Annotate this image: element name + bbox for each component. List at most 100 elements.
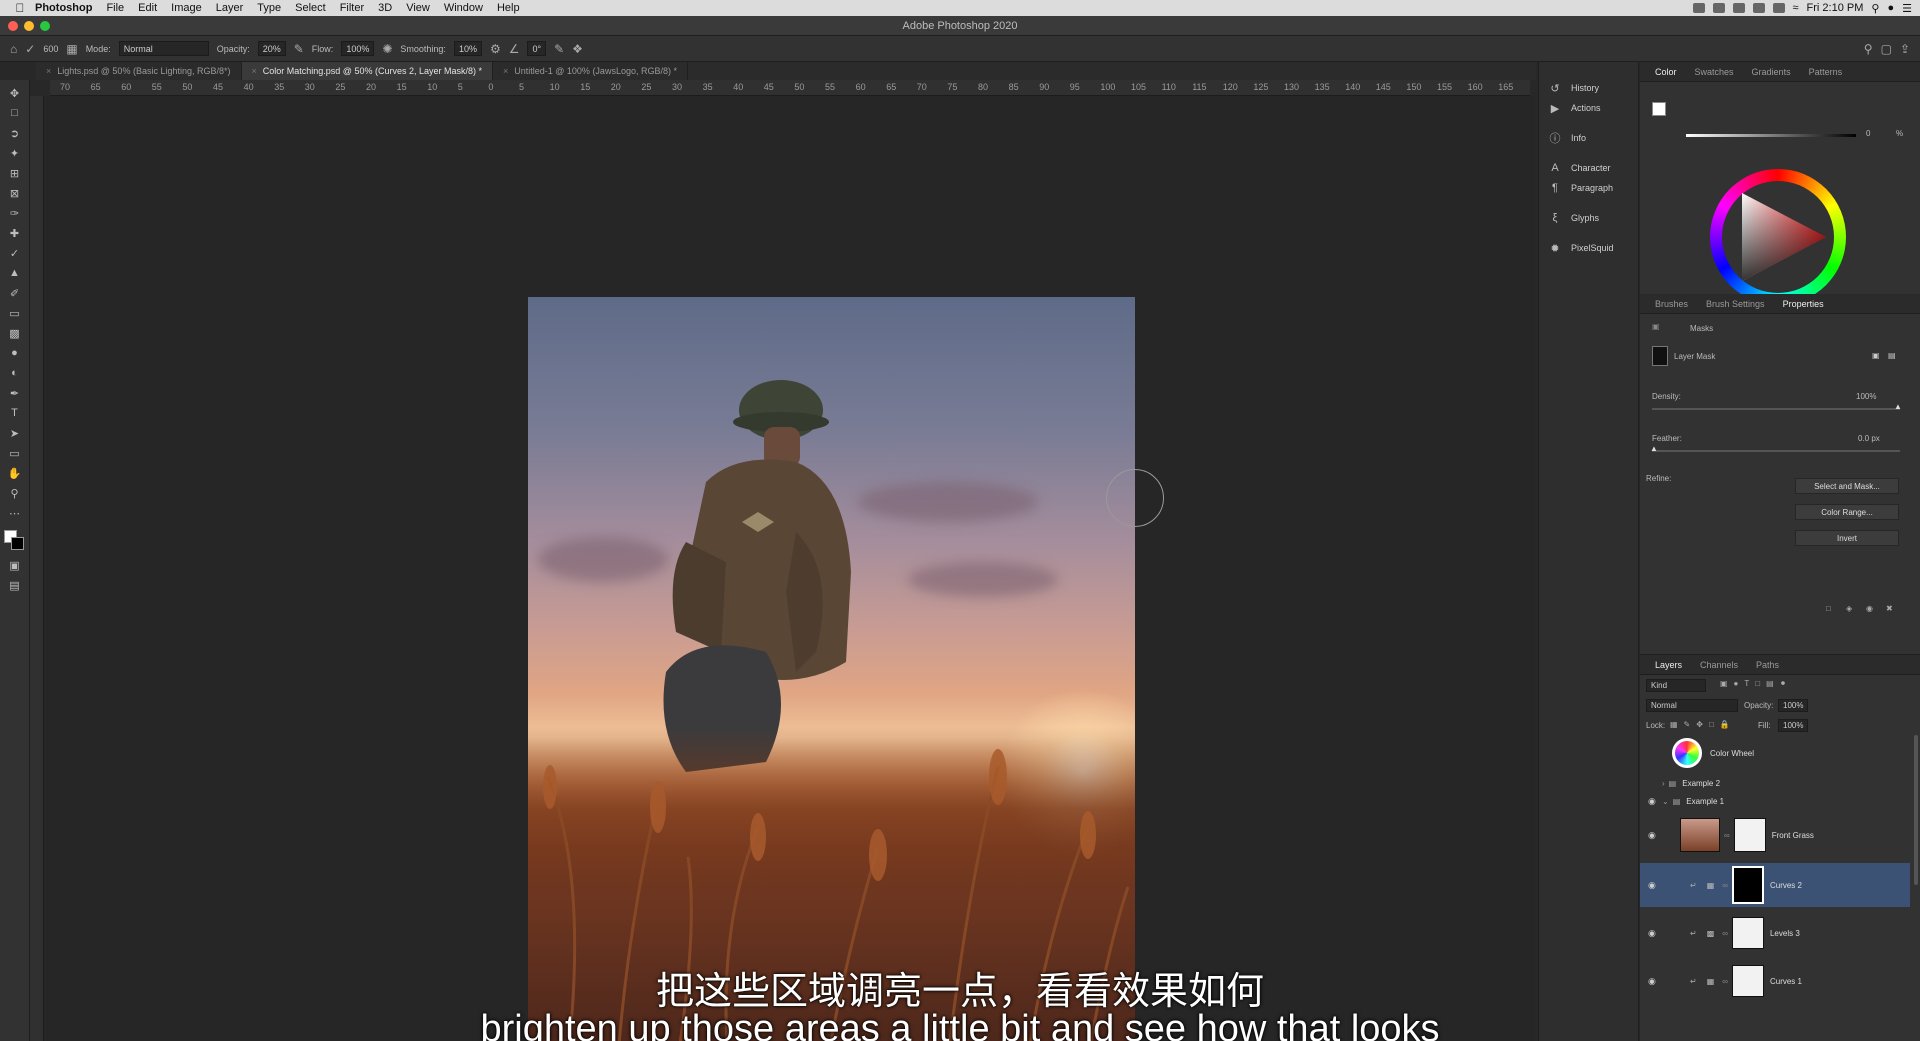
quick-select-tool-icon[interactable]: ✦ [8,146,22,160]
stamp-tool-icon[interactable]: ▲ [8,266,22,280]
eye-icon[interactable]: ◉ [1648,830,1662,841]
marquee-tool-icon[interactable]: □ [8,106,22,120]
layer-row-levels-3[interactable]: ◉ ↵ ▩ ∞ Levels 3 [1640,913,1910,953]
document-canvas-photo[interactable] [528,297,1135,1041]
close-icon[interactable]: × [503,66,508,76]
layer-mask-thumbnail[interactable] [1731,965,1764,997]
eye-icon[interactable]: ◉ [1648,928,1662,939]
menu-select[interactable]: Select [288,2,333,14]
trash-icon[interactable]: ✖ [1886,604,1893,613]
gradient-tool-icon[interactable]: ▩ [8,326,22,340]
apply-mask-icon[interactable]: ◈ [1846,604,1852,613]
lock-icons[interactable]: ▦✎✥□🔒 [1670,720,1736,729]
tab-channels[interactable]: Channels [1691,655,1747,675]
canvas-area[interactable] [45,96,1535,1041]
tab-properties[interactable]: Properties [1774,294,1833,314]
pressure-opacity-icon[interactable]: ✎ [294,42,304,56]
layer-row-color-wheel[interactable]: Color Wheel [1640,735,1910,771]
history-brush-tool-icon[interactable]: ✐ [8,286,22,300]
color-wheel[interactable] [1710,169,1846,305]
user-icon[interactable]: ● [1887,2,1894,14]
menu-edit[interactable]: Edit [131,2,164,14]
zoom-tool-icon[interactable]: ⚲ [8,486,22,500]
shape-tool-icon[interactable]: ▭ [8,446,22,460]
menu-app[interactable]: Photoshop [28,2,99,14]
clock[interactable]: Fri 2:10 PM [1807,2,1864,14]
move-tool-icon[interactable]: ✥ [8,86,22,100]
eyedropper-tool-icon[interactable]: ✑ [8,206,22,220]
workspace-icon[interactable]: ▢ [1881,42,1892,56]
color-range-button[interactable]: Color Range... [1795,504,1899,520]
status-icon[interactable] [1692,3,1705,13]
menu-layer[interactable]: Layer [209,2,251,14]
tab-color-matching[interactable]: × Color Matching.psd @ 50% (Curves 2, Lay… [241,62,493,80]
link-icon[interactable]: ∞ [1722,881,1728,890]
frame-tool-icon[interactable]: ⊠ [8,186,22,200]
close-icon[interactable]: × [252,66,257,76]
panel-paragraph[interactable]: ¶ Paragraph [1539,178,1638,198]
cloud-icon[interactable] [1732,3,1745,13]
color-triangle[interactable] [1722,181,1834,293]
pressure-size-icon[interactable]: ✎ [554,42,564,56]
layer-row-example-1[interactable]: ◉ ⌄ ▤ Example 1 [1640,793,1910,809]
foreground-color-swatch[interactable] [1652,102,1666,116]
battery-icon[interactable] [1772,3,1785,13]
feather-value[interactable]: 0.0 px [1858,434,1880,443]
vertical-ruler[interactable] [30,96,44,1041]
search-icon[interactable]: ⚲ [1864,42,1873,56]
path-select-tool-icon[interactable]: ➤ [8,426,22,440]
tab-layers[interactable]: Layers [1646,655,1691,675]
display-icon[interactable] [1752,3,1765,13]
load-selection-icon[interactable]: □ [1826,604,1831,613]
menu-image[interactable]: Image [164,2,209,14]
add-vector-mask-icon[interactable]: ▤ [1888,351,1896,360]
menu-file[interactable]: File [99,2,131,14]
panel-pixelsquid[interactable]: ✹ PixelSquid [1539,238,1638,258]
chevron-down-icon[interactable]: ⌄ [1662,797,1669,806]
pen-tool-icon[interactable]: ✒ [8,386,22,400]
tab-paths[interactable]: Paths [1747,655,1788,675]
screen-mode-icon[interactable]: ▤ [8,578,22,592]
brush-tool-icon[interactable]: ✓ [25,42,35,56]
link-icon[interactable]: ∞ [1722,977,1728,986]
eraser-tool-icon[interactable]: ▭ [8,306,22,320]
layer-opacity-input[interactable]: 100% [1778,699,1809,712]
spotlight-icon[interactable]: ⚲ [1871,2,1879,15]
density-value[interactable]: 100% [1856,392,1876,401]
gear-icon[interactable]: ⚙ [490,42,501,56]
mask-thumbnail[interactable] [1652,346,1668,366]
apple-icon[interactable]:  [12,1,28,15]
horizontal-ruler[interactable]: 70 65 60 55 50 45 40 35 30 25 20 15 10 5 0 5 10 15 20 25 30 3… [50,80,1530,96]
visibility-icon[interactable]: ◉ [1866,604,1873,613]
density-slider[interactable] [1652,408,1900,410]
angle-input[interactable]: 0° [527,41,547,56]
quick-mask-icon[interactable]: ▣ [8,558,22,572]
mode-dropdown[interactable]: Normal [118,41,209,56]
close-icon[interactable]: × [46,66,51,76]
layer-row-front-grass[interactable]: ◉ ∞ Front Grass [1640,815,1910,855]
layer-mask-thumbnail[interactable] [1733,818,1766,852]
density-slider-handle[interactable]: ▲ [1894,402,1902,411]
tab-gradients[interactable]: Gradients [1743,62,1800,82]
layer-mask-thumbnail[interactable] [1731,866,1764,904]
layer-filter-kind-dropdown[interactable]: Kind [1646,679,1706,692]
blur-tool-icon[interactable]: ● [8,346,22,360]
dropbox-icon[interactable] [1712,3,1725,13]
healing-tool-icon[interactable]: ✚ [8,226,22,240]
color-swatches[interactable] [3,530,26,552]
blend-mode-dropdown[interactable]: Normal [1646,699,1738,712]
invert-button[interactable]: Invert [1795,530,1899,546]
zoom-window-button[interactable] [40,21,50,31]
layer-row-curves-2[interactable]: ◉ ↵ ▦ ∞ Curves 2 [1640,863,1910,907]
menu-filter[interactable]: Filter [333,2,371,14]
flow-input[interactable]: 100% [341,41,375,56]
airbrush-icon[interactable]: ✺ [382,42,392,56]
menu-type[interactable]: Type [250,2,288,14]
brush-settings-icon[interactable]: ▦ [66,42,77,56]
minimize-window-button[interactable] [24,21,34,31]
wifi-icon[interactable]: ≈ [1793,2,1799,14]
panel-actions[interactable]: ▶ Actions [1539,98,1638,118]
crop-tool-icon[interactable]: ⊞ [8,166,22,180]
menu-window[interactable]: Window [437,2,490,14]
hand-tool-icon[interactable]: ✋ [8,466,22,480]
